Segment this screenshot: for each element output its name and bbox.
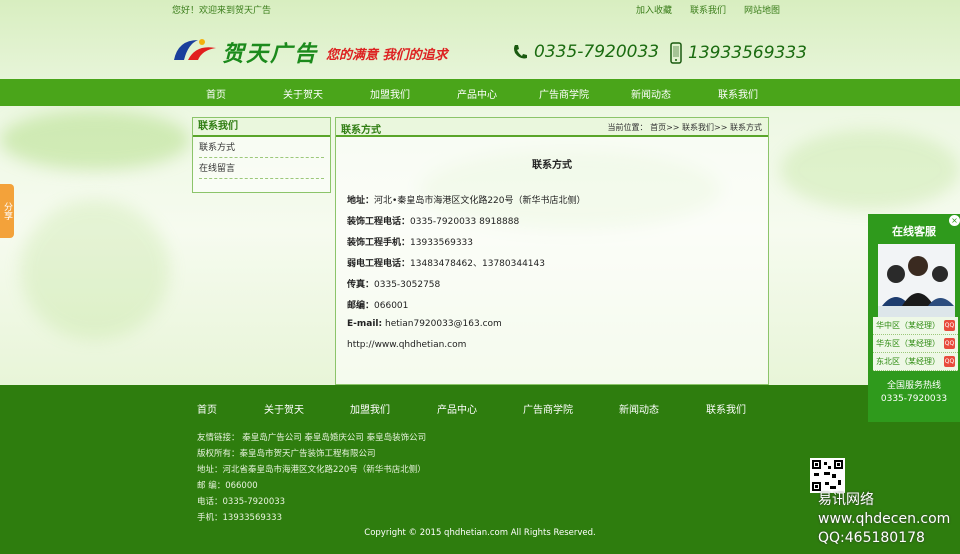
mobile-block: 13933569333 (670, 42, 807, 64)
website-link[interactable]: http://www.qhdhetian.com (347, 340, 466, 350)
qq-icon[interactable]: QQ (944, 338, 955, 349)
telephone-icon (514, 45, 527, 59)
watermark-qq: QQ:465180178 (818, 530, 925, 546)
line-value: 0335-3052758 (374, 280, 441, 290)
qq-icon[interactable]: QQ (944, 320, 955, 331)
watermark-company: 易讯网络 (818, 492, 874, 508)
welcome-text: 您好！欢迎来到贺天广告 (172, 6, 272, 16)
copyright-owner: 版权所有：秦皇岛市贺天广告装饰工程有限公司 (197, 449, 376, 459)
hotline: 全国服务热线 0335-7920033 (868, 380, 960, 406)
top-bar: 您好！欢迎来到贺天广告 加入收藏 联系我们 网站地图 (0, 0, 960, 17)
article-title: 联系方式 (532, 160, 572, 171)
add-favorite-link[interactable]: 加入收藏 (636, 3, 672, 16)
line-value: 0335-7920033 8918888 (410, 217, 520, 227)
nav-products[interactable]: 产品中心 (457, 86, 497, 101)
hotline-number: 0335-7920033 (880, 394, 948, 404)
nav-news[interactable]: 新闻动态 (631, 86, 671, 101)
line-label: 装饰工程手机： (347, 238, 411, 248)
nav-home[interactable]: 首页 (206, 86, 226, 101)
main-nav: 首页 关于贺天 加盟我们 产品中心 广告商学院 新闻动态 联系我们 (0, 79, 960, 106)
content-title: 联系方式 (341, 125, 381, 136)
line-value: 13483478462、13780344143 (410, 259, 545, 269)
nav-contact[interactable]: 联系我们 (718, 86, 758, 101)
footer-nav-products[interactable]: 产品中心 (437, 401, 477, 416)
contact-line: 装饰工程电话：0335-7920033 8918888 (347, 214, 519, 227)
brand-name: 贺天广告 (222, 41, 319, 67)
line-label: 地址： (347, 196, 375, 206)
sitemap-link[interactable]: 网站地图 (744, 3, 780, 16)
footer-nav-home[interactable]: 首页 (197, 401, 217, 416)
sidebar-title: 联系我们 (193, 118, 330, 137)
agent-row[interactable]: 华东区（某经理） QQ (873, 335, 958, 353)
logo-icon[interactable] (172, 34, 218, 66)
contact-line: 装饰工程手机：13933569333 (347, 235, 473, 248)
agents-image (878, 244, 955, 322)
line-label: 传真： (347, 280, 375, 290)
line-label: E-mail: (347, 319, 383, 329)
top-links: 加入收藏 联系我们 网站地图 (636, 3, 780, 16)
copyright: Copyright © 2015 qhdhetian.com All Right… (364, 528, 596, 538)
share-tab[interactable]: 分享 (0, 184, 14, 238)
line-label: 弱电工程电话： (347, 259, 411, 269)
footer-nav-join[interactable]: 加盟我们 (350, 401, 390, 416)
agent-row[interactable]: 东北区（某经理） QQ (873, 353, 958, 371)
watermark-url: www.qhdecen.com (818, 511, 951, 527)
agent-row[interactable]: 华中区（某经理） QQ (873, 317, 958, 335)
mobile-number: 13933569333 (688, 43, 807, 63)
contact-line: 地址：河北•秦皇岛市海港区文化路220号（新华书店北侧） (347, 193, 586, 206)
footer-postcode: 邮 编：066000 (197, 481, 258, 491)
content-panel: 联系方式 当前位置： 首页>> 联系我们>> 联系方式 联系方式 地址：河北•秦… (335, 117, 769, 385)
agent-name: 东北区（某经理） (876, 357, 940, 366)
sidebar-item-message[interactable]: 在线留言 (199, 158, 324, 179)
nav-about[interactable]: 关于贺天 (283, 86, 323, 101)
nav-academy[interactable]: 广告商学院 (539, 86, 589, 101)
footer-mobile: 手机：13933569333 (197, 513, 282, 523)
line-value: 河北•秦皇岛市海港区文化路220号（新华书店北侧） (374, 196, 586, 206)
footer-phone: 电话：0335-7920033 (197, 497, 286, 507)
line-value: 13933569333 (410, 238, 474, 248)
mobile-phone-icon (670, 42, 682, 64)
contact-line: 弱电工程电话：13483478462、13780344143 (347, 256, 545, 269)
agent-name: 华中区（某经理） (876, 321, 940, 330)
line-label: 邮编： (347, 301, 375, 311)
email-value[interactable]: hetian7920033@163.com (385, 319, 502, 329)
footer-nav-news[interactable]: 新闻动态 (619, 401, 659, 416)
agent-list: 华中区（某经理） QQ 华东区（某经理） QQ 东北区（某经理） QQ (873, 317, 958, 371)
contact-line: http://www.qhdhetian.com (347, 340, 466, 350)
online-service-panel: × 在线客服 华中区（某经理） QQ 华东区（某经理） QQ 东北区（某经理） QQ … (868, 214, 960, 422)
contact-link[interactable]: 联系我们 (690, 3, 726, 16)
watermark: 易讯网络 www.qhdecen.com QQ:465180178 (818, 491, 950, 548)
footer-nav-contact[interactable]: 联系我们 (706, 401, 746, 416)
breadcrumb[interactable]: 当前位置： 首页>> 联系我们>> 联系方式 (608, 122, 762, 133)
hotline-label: 全国服务热线 (886, 381, 941, 391)
footer-nav-academy[interactable]: 广告商学院 (523, 401, 573, 416)
background-splash (0, 110, 190, 170)
footer-nav-about[interactable]: 关于贺天 (264, 401, 304, 416)
background-splash (780, 130, 960, 210)
qq-icon[interactable]: QQ (944, 356, 955, 367)
agent-name: 华东区（某经理） (876, 339, 940, 348)
qr-code-icon (810, 458, 845, 493)
service-agents-photo (878, 244, 955, 322)
sidebar: 联系我们 联系方式 在线留言 (192, 117, 331, 193)
line-value: 066001 (374, 301, 409, 311)
background-splash (20, 200, 170, 340)
service-title: 在线客服 (892, 225, 936, 238)
contact-line: 邮编：066001 (347, 298, 408, 311)
content-header: 联系方式 当前位置： 首页>> 联系我们>> 联系方式 (336, 118, 768, 137)
contact-line: 传真：0335-3052758 (347, 277, 440, 290)
nav-join[interactable]: 加盟我们 (370, 86, 410, 101)
slogan: 您的满意 我们的追求 (326, 48, 448, 63)
phone-block: 0335-7920033 (512, 42, 659, 62)
contact-line: E-mail: hetian7920033@163.com (347, 319, 502, 329)
phone-number: 0335-7920033 (534, 42, 660, 62)
sidebar-item-contact-info[interactable]: 联系方式 (199, 137, 324, 158)
footer-address: 地址：河北省秦皇岛市海港区文化路220号（新华书店北侧） (197, 465, 426, 475)
friend-links[interactable]: 友情链接： 秦皇岛广告公司 秦皇岛婚庆公司 秦皇岛装饰公司 (197, 431, 426, 443)
line-label: 装饰工程电话： (347, 217, 411, 227)
